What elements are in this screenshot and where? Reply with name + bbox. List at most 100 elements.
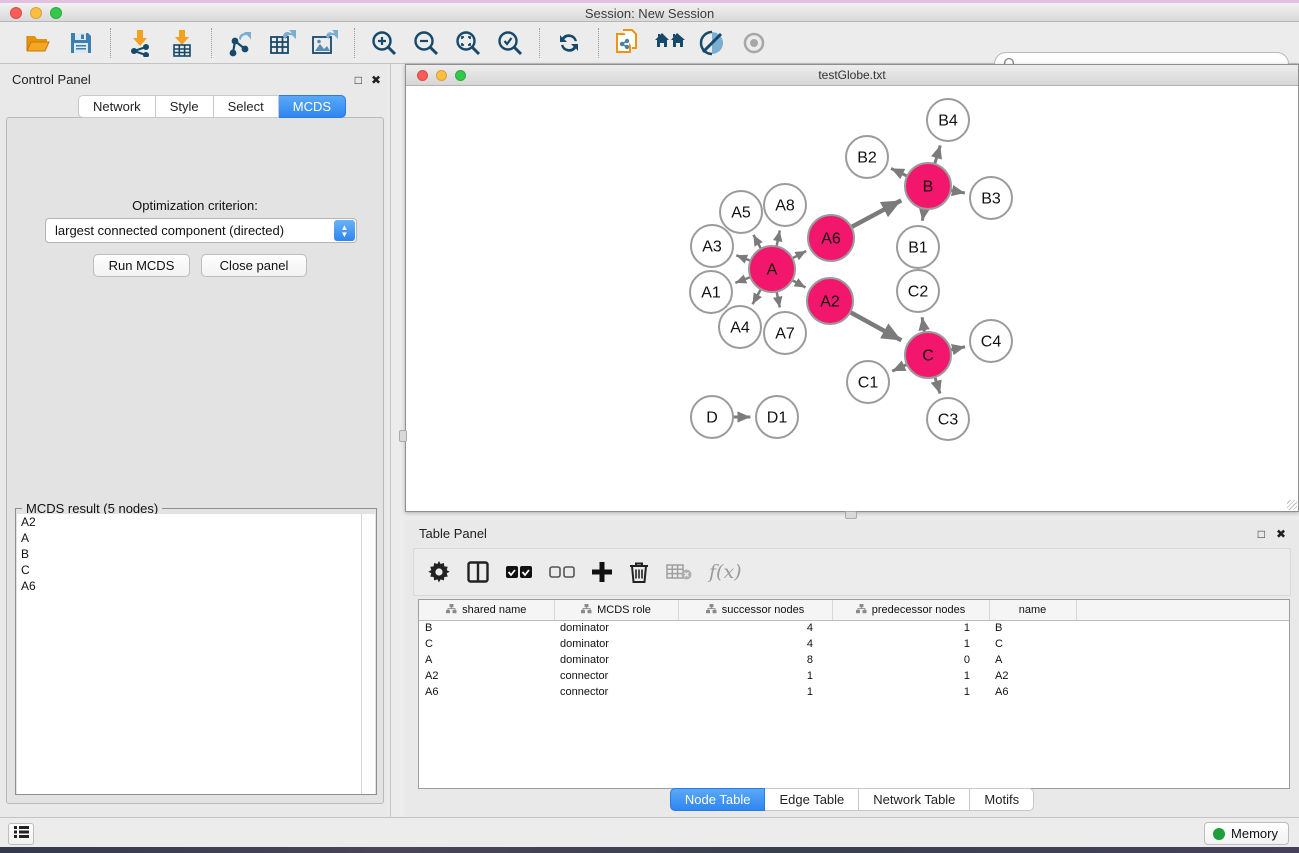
zoom-selected-icon[interactable]: [493, 27, 527, 59]
table-cell[interactable]: 1: [832, 636, 989, 652]
table-cell[interactable]: 0: [832, 652, 989, 668]
edge-C-C4[interactable]: [950, 347, 965, 350]
export-image-icon[interactable]: [308, 27, 342, 59]
edge-A-A1[interactable]: [735, 277, 750, 283]
mcds-result-item[interactable]: A: [17, 530, 361, 546]
table-cell[interactable]: 1: [832, 620, 989, 636]
float-panel-icon[interactable]: □: [355, 73, 362, 87]
refresh-icon[interactable]: [552, 27, 586, 59]
mcds-result-item[interactable]: B: [17, 546, 361, 562]
run-mcds-button[interactable]: Run MCDS: [93, 254, 190, 277]
table-cell[interactable]: C: [419, 636, 554, 652]
export-table-icon[interactable]: [266, 27, 300, 59]
edge-A-A6[interactable]: [792, 251, 806, 258]
tab-mcds[interactable]: MCDS: [279, 95, 346, 118]
tab-motifs[interactable]: Motifs: [970, 788, 1034, 811]
edge-C-C1[interactable]: [892, 364, 907, 371]
table-cell[interactable]: B: [419, 620, 554, 636]
table-cell[interactable]: A2: [419, 668, 554, 684]
criterion-select[interactable]: largest connected component (directed) ▲…: [45, 218, 357, 243]
zoom-fit-icon[interactable]: [451, 27, 485, 59]
edge-B-B4[interactable]: [935, 145, 941, 164]
splitter-handle[interactable]: [399, 430, 407, 442]
table-cell[interactable]: A2: [989, 668, 1076, 684]
mcds-result-item[interactable]: A2: [17, 514, 361, 530]
column-header-shared-name[interactable]: shared name: [419, 600, 554, 620]
tab-network[interactable]: Network: [78, 95, 156, 118]
import-network-icon[interactable]: [123, 27, 157, 59]
edge-A6-B[interactable]: [851, 200, 901, 227]
edge-B-B3[interactable]: [951, 190, 965, 193]
tab-select[interactable]: Select: [214, 95, 279, 118]
window-resize-grip[interactable]: [1287, 500, 1297, 510]
table-cell[interactable]: connector: [554, 684, 678, 700]
table-cell[interactable]: B: [989, 620, 1076, 636]
table-cell[interactable]: A: [419, 652, 554, 668]
edge-A-A8[interactable]: [777, 230, 780, 246]
task-history-button[interactable]: [8, 823, 34, 845]
table-cell[interactable]: C: [989, 636, 1076, 652]
edge-C-C3[interactable]: [935, 377, 940, 394]
open-session-icon[interactable]: [22, 27, 56, 59]
table-settings-icon[interactable]: [428, 557, 450, 587]
column-header-name[interactable]: name: [989, 600, 1076, 620]
clone-network-icon[interactable]: [611, 27, 645, 59]
delete-column-icon[interactable]: [629, 557, 649, 587]
table-cell[interactable]: 4: [678, 636, 832, 652]
table-cell[interactable]: 1: [678, 668, 832, 684]
close-table-panel-icon[interactable]: ✖: [1276, 527, 1286, 541]
table-cell[interactable]: dominator: [554, 636, 678, 652]
edge-A-A4[interactable]: [753, 289, 761, 304]
function-builder-icon[interactable]: f(x): [709, 557, 742, 587]
network-canvas[interactable]: B4B2BB3B1A5A8A6A3AA1C2A2A4A7C4CC1C3DD1: [406, 86, 1298, 511]
select-all-icon[interactable]: [506, 557, 532, 587]
table-row[interactable]: A2connector11A2: [419, 668, 1289, 684]
mcds-result-item[interactable]: A6: [17, 578, 361, 594]
table-row[interactable]: A6connector11A6: [419, 684, 1289, 700]
tab-network-table[interactable]: Network Table: [859, 788, 970, 811]
table-cell[interactable]: connector: [554, 668, 678, 684]
table-cell[interactable]: A6: [419, 684, 554, 700]
float-table-panel-icon[interactable]: □: [1258, 527, 1265, 541]
table-cell[interactable]: 4: [678, 620, 832, 636]
column-view-icon[interactable]: [467, 557, 489, 587]
edge-B-B1[interactable]: [922, 209, 924, 221]
save-session-icon[interactable]: [64, 27, 98, 59]
edge-A-A2[interactable]: [792, 280, 805, 287]
network-window-titlebar[interactable]: testGlobe.txt: [406, 65, 1298, 86]
table-row[interactable]: Adominator80A: [419, 652, 1289, 668]
hide-graphics-icon[interactable]: [695, 27, 729, 59]
mcds-result-list[interactable]: A2ABCA6: [17, 514, 362, 794]
deselect-all-icon[interactable]: [549, 557, 575, 587]
memory-button[interactable]: Memory: [1204, 822, 1289, 845]
tab-style[interactable]: Style: [156, 95, 214, 118]
import-table-icon[interactable]: [165, 27, 199, 59]
export-network-icon[interactable]: [224, 27, 258, 59]
edge-B-B2[interactable]: [891, 168, 907, 176]
mcds-result-item[interactable]: C: [17, 562, 361, 578]
edge-A-A5[interactable]: [753, 235, 761, 249]
splitter-handle-horizontal[interactable]: [845, 511, 857, 519]
table-row[interactable]: Cdominator41C: [419, 636, 1289, 652]
edge-C-C2[interactable]: [922, 317, 924, 332]
table-cell[interactable]: A: [989, 652, 1076, 668]
tab-edge-table[interactable]: Edge Table: [765, 788, 859, 811]
delete-table-icon[interactable]: [666, 557, 692, 587]
table-cell[interactable]: dominator: [554, 652, 678, 668]
home-icon[interactable]: [653, 27, 687, 59]
table-cell[interactable]: 8: [678, 652, 832, 668]
table-cell[interactable]: dominator: [554, 620, 678, 636]
close-panel-button[interactable]: Close panel: [201, 254, 307, 277]
add-column-icon[interactable]: [592, 557, 612, 587]
table-cell[interactable]: 1: [832, 684, 989, 700]
zoom-in-icon[interactable]: [367, 27, 401, 59]
table-cell[interactable]: A6: [989, 684, 1076, 700]
mcds-result-scrollbar[interactable]: [361, 514, 375, 794]
tab-node-table[interactable]: Node Table: [670, 788, 766, 811]
table-cell[interactable]: 1: [832, 668, 989, 684]
edge-A-A3[interactable]: [736, 255, 750, 260]
edge-A-A7[interactable]: [777, 292, 780, 308]
edge-A2-C[interactable]: [850, 312, 901, 340]
column-header-predecessor-nodes[interactable]: predecessor nodes: [832, 600, 989, 620]
eye-icon[interactable]: [737, 27, 771, 59]
